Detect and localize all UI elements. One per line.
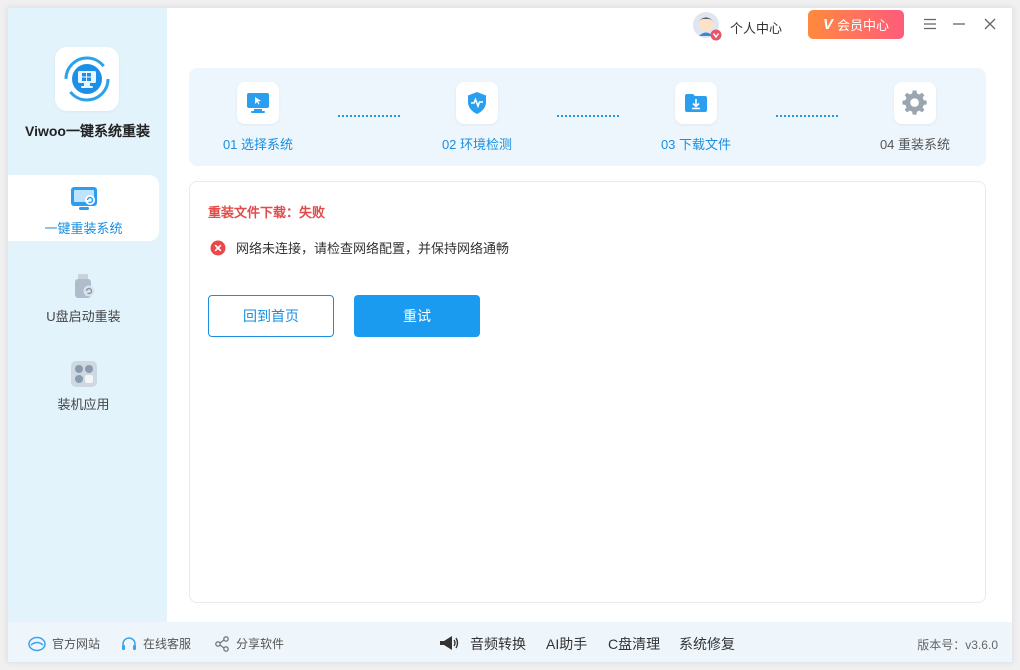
step-select-system: 01 选择系统 xyxy=(198,82,318,153)
menu-icon[interactable] xyxy=(920,14,940,34)
retry-button[interactable]: 重试 xyxy=(354,295,480,337)
app-name: Viwoo一键系统重装 xyxy=(25,123,150,139)
vip-v-icon: V xyxy=(822,16,833,33)
headset-icon xyxy=(122,636,136,650)
share-icon xyxy=(215,635,229,652)
sidebar-item-label: U盘启动重装 xyxy=(46,309,121,324)
usb-drive-icon xyxy=(70,272,98,300)
user-avatar-icon xyxy=(693,12,722,41)
shield-pulse-icon xyxy=(456,82,498,124)
step-label: 01 选择系统 xyxy=(222,137,294,152)
folder-download-icon xyxy=(675,82,717,124)
profile-center-link[interactable]: 个人中心 xyxy=(730,18,782,37)
step-download-files: 03 下载文件 xyxy=(636,82,756,153)
sidebar-item-one-click-reinstall[interactable]: 一键重装系统 xyxy=(8,175,159,241)
vip-center-label: 会员中心 xyxy=(837,18,890,33)
tool-audio-convert[interactable]: 音频转换 xyxy=(470,634,526,654)
footer-link-label: 在线客服 xyxy=(143,637,192,651)
error-message: 网络未连接，请检查网络配置，并保持网络通畅 xyxy=(236,241,510,256)
official-website-link[interactable]: 官方网站 xyxy=(28,635,100,652)
monitor-cursor-icon xyxy=(237,82,279,124)
step-label: 02 环境检测 xyxy=(441,137,513,152)
vip-center-button[interactable]: V 会员中心 xyxy=(808,10,904,39)
step-label: 04 重装系统 xyxy=(879,137,951,152)
status-title: 重装文件下载：失败 xyxy=(208,205,326,220)
version-label: 版本号：v3.6.0 xyxy=(917,638,998,652)
sidebar-item-label: 装机应用 xyxy=(57,397,110,412)
avatar[interactable] xyxy=(692,11,722,41)
sidebar-item-apps[interactable]: 装机应用 xyxy=(8,351,159,417)
gear-icon xyxy=(894,82,936,124)
app-logo xyxy=(55,47,119,111)
megaphone-icon xyxy=(438,634,460,657)
online-support-link[interactable]: 在线客服 xyxy=(121,635,191,652)
download-status-panel: 重装文件下载：失败 网络未连接，请检查网络配置，并保持网络通畅 回到首页 重试 xyxy=(189,181,986,603)
app-window: Viwoo一键系统重装 一键重装系统 U盘启动重装 装机应用 个人中心 V 会员… xyxy=(7,7,1013,663)
tool-system-repair[interactable]: 系统修复 xyxy=(679,634,735,654)
step-environment-check: 02 环境检测 xyxy=(417,82,537,153)
sidebar: Viwoo一键系统重装 一键重装系统 U盘启动重装 装机应用 xyxy=(8,8,167,622)
step-connector xyxy=(338,115,400,117)
close-icon[interactable] xyxy=(980,14,1000,34)
share-software-link[interactable]: 分享软件 xyxy=(214,635,284,652)
monitor-refresh-icon xyxy=(70,184,98,212)
sidebar-item-label: 一键重装系统 xyxy=(44,221,123,236)
footer-bar: 官方网站 在线客服 分享软件 音频转换 AI助手 C盘清理 系统修复 版本号：v… xyxy=(8,622,1012,662)
tool-c-drive-cleanup[interactable]: C盘清理 xyxy=(608,634,660,654)
error-row: 网络未连接，请检查网络配置，并保持网络通畅 xyxy=(210,238,509,257)
progress-steps: 01 选择系统 02 环境检测 03 下载文件 04 重装系统 xyxy=(189,68,986,166)
tool-ai-assistant[interactable]: AI助手 xyxy=(546,634,587,654)
apps-grid-icon xyxy=(70,360,98,388)
logo-icon xyxy=(64,56,110,102)
footer-link-label: 官方网站 xyxy=(52,637,101,651)
title-bar: 个人中心 V 会员中心 xyxy=(167,8,1012,44)
step-label: 03 下载文件 xyxy=(660,137,732,152)
error-icon xyxy=(210,240,226,255)
step-connector xyxy=(776,115,838,117)
sidebar-item-usb-reinstall[interactable]: U盘启动重装 xyxy=(8,263,159,329)
back-home-button[interactable]: 回到首页 xyxy=(208,295,334,337)
step-reinstall-system: 04 重装系统 xyxy=(855,82,975,153)
globe-icon xyxy=(28,636,46,651)
minimize-icon[interactable] xyxy=(949,14,969,34)
step-connector xyxy=(557,115,619,117)
footer-link-label: 分享软件 xyxy=(236,637,285,651)
